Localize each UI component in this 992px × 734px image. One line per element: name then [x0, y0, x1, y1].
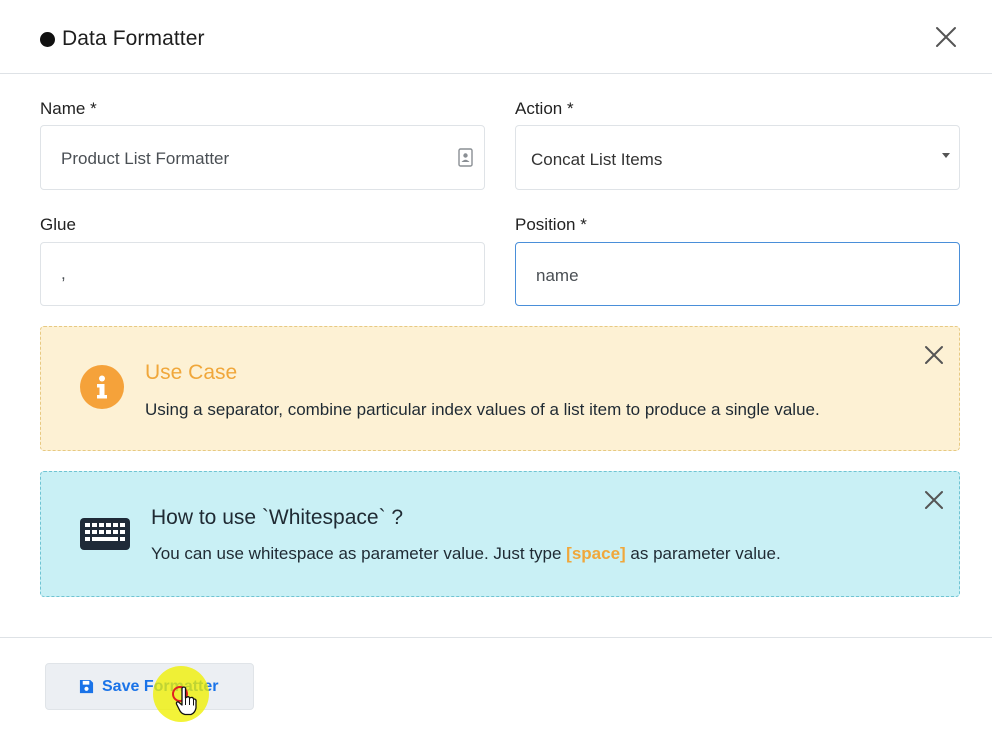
modal-title: Data Formatter [62, 27, 205, 50]
name-input-value: Product List Formatter [61, 149, 230, 168]
save-formatter-button[interactable]: Save Formatter [45, 663, 254, 710]
use-case-title: Use Case [145, 361, 238, 384]
modal-header: Data Formatter [0, 0, 992, 74]
whitespace-text: You can use whitespace as parameter valu… [151, 544, 781, 564]
whitespace-alert: How to use `Whitespace` ? You can use wh… [40, 471, 960, 597]
title-bullet-icon [40, 31, 55, 47]
whitespace-title: How to use `Whitespace` ? [151, 506, 404, 529]
hand-pointer-icon [175, 686, 197, 716]
caret-down-icon[interactable] [942, 153, 950, 158]
position-label: Position * [515, 215, 587, 234]
glue-input[interactable]: , [40, 242, 485, 306]
whitespace-text-after: as parameter value. [625, 544, 781, 563]
title-wrap: Data Formatter [40, 27, 205, 51]
glue-input-value: , [61, 264, 66, 283]
close-icon[interactable] [934, 25, 958, 49]
close-icon[interactable] [923, 344, 945, 366]
action-label: Action * [515, 99, 574, 118]
close-icon[interactable] [923, 489, 945, 511]
use-case-alert: Use Case Using a separator, combine part… [40, 326, 960, 451]
data-formatter-modal: Data Formatter Name * Product List Forma… [0, 0, 992, 734]
modal-footer: Save Formatter [0, 637, 992, 734]
position-input[interactable]: name [515, 242, 960, 306]
use-case-text: Using a separator, combine particular in… [145, 400, 820, 419]
name-input[interactable]: Product List Formatter [40, 125, 485, 190]
position-input-value: name [536, 266, 579, 285]
contact-card-icon[interactable] [458, 148, 473, 167]
keyboard-icon [80, 518, 130, 550]
space-keyword: [space] [566, 544, 626, 563]
action-select[interactable]: Concat List Items [515, 125, 960, 190]
name-label: Name * [40, 99, 97, 118]
floppy-disk-icon [79, 679, 94, 694]
info-circle-icon [80, 365, 124, 409]
action-select-value: Concat List Items [531, 150, 663, 169]
whitespace-text-before: You can use whitespace as parameter valu… [151, 544, 567, 563]
glue-label: Glue [40, 215, 76, 234]
